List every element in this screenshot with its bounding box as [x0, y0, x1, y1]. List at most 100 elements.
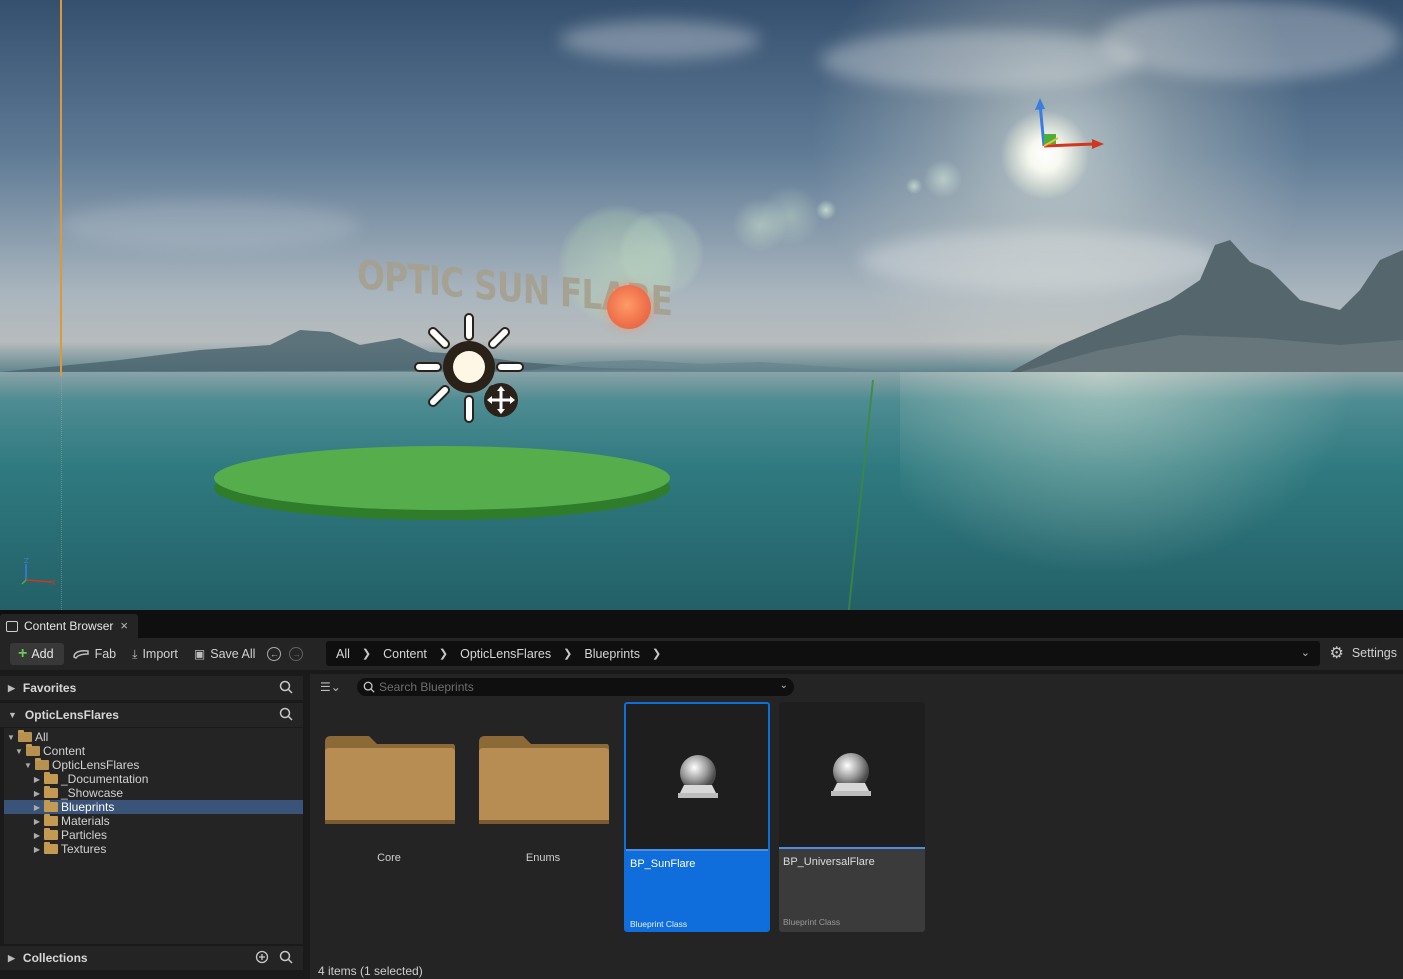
asset-name: BP_SunFlare [630, 858, 696, 870]
tree-item-label: Particles [61, 828, 108, 842]
collapse-icon[interactable]: ▶ [32, 775, 42, 784]
folder-icon [44, 814, 58, 826]
folder-icon [18, 730, 32, 742]
add-label: Add [31, 647, 54, 661]
tree-item-label: _Showcase [61, 786, 124, 800]
add-button[interactable]: + Add [10, 643, 64, 665]
tree-item-materials[interactable]: ▶ Materials [4, 814, 303, 828]
collapse-icon[interactable]: ▶ [32, 789, 42, 798]
chevron-down-icon[interactable]: ⌄ [780, 680, 788, 691]
flare-ghost [816, 200, 836, 220]
chevron-down-icon[interactable]: ▼ [8, 710, 17, 720]
level-viewport[interactable]: OPTIC SUN FLARE Z X [0, 0, 1403, 610]
tree-item-label: All [35, 730, 49, 744]
folder-icon [26, 744, 40, 756]
filter-icon[interactable]: ☰⌄ [320, 680, 341, 694]
tree-item-label: Content [43, 744, 86, 758]
search-icon[interactable] [279, 680, 293, 694]
svg-text:Z: Z [24, 557, 29, 565]
asset-tile-bp-sunflare[interactable]: BP_SunFlare Blueprint Class [624, 702, 770, 932]
forward-icon[interactable]: → [289, 647, 304, 661]
collapse-icon[interactable]: ▶ [32, 831, 42, 840]
svg-text:X: X [51, 579, 56, 587]
gear-icon: ⚙ [1329, 645, 1344, 662]
green-platform[interactable] [212, 442, 672, 524]
tree-item-content[interactable]: ▼ Content [4, 744, 303, 758]
chevron-down-icon[interactable]: ⌄ [1301, 646, 1310, 659]
asset-thumbnail [626, 704, 768, 849]
transform-gizmo[interactable] [1028, 96, 1112, 160]
tree-item-label: Blueprints [61, 800, 115, 814]
asset-class: Blueprint Class [783, 917, 841, 927]
project-header[interactable]: ▼ OpticLensFlares [0, 703, 303, 727]
folder-icon [35, 758, 49, 770]
blueprint-class-icon [831, 753, 871, 796]
close-icon[interactable]: × [120, 618, 128, 633]
favorites-label: Favorites [22, 681, 77, 695]
chevron-right-icon[interactable]: ❯ [652, 647, 661, 660]
fab-icon [72, 650, 89, 659]
chevron-right-icon[interactable]: ▶ [8, 953, 15, 964]
chevron-right-icon[interactable]: ▶ [8, 683, 15, 694]
tab-content-browser[interactable]: Content Browser × [0, 614, 138, 638]
settings-button[interactable]: ⚙ Settings [1329, 643, 1397, 663]
directional-light-icon[interactable] [413, 312, 525, 424]
tree-item-blueprints[interactable]: ▶ Blueprints [4, 800, 303, 814]
search-icon[interactable] [279, 707, 293, 721]
folder-tile[interactable]: Core [321, 702, 467, 932]
asset-name: BP_UniversalFlare [783, 856, 875, 868]
fab-label: Fab [94, 647, 117, 661]
add-collection-icon[interactable] [255, 950, 269, 964]
save-all-button[interactable]: ▣ Save All [186, 643, 264, 665]
folder-tree: ▼ All ▼ Content ▼ OpticLensFlares ▶ _Doc… [4, 728, 303, 944]
breadcrumb-item[interactable]: Content [383, 647, 427, 661]
search-icon [363, 681, 375, 693]
fab-button[interactable]: Fab [64, 643, 125, 665]
breadcrumb-item[interactable]: OpticLensFlares [460, 647, 551, 661]
back-icon[interactable]: ← [267, 647, 282, 661]
tree-item-textures[interactable]: ▶ Textures [4, 842, 303, 856]
chevron-right-icon[interactable]: ❯ [563, 647, 572, 660]
settings-label: Settings [1351, 646, 1397, 660]
asset-view: ☰⌄ Search Blueprints ⌄ Core Enums BP_Sun… [310, 674, 1403, 979]
asset-tile-bp-universalflare[interactable]: BP_UniversalFlare Blueprint Class [779, 702, 925, 932]
folder-icon [325, 736, 455, 824]
import-button[interactable]: ⤓ Import [124, 643, 186, 665]
axis-indicator-icon: Z X [21, 557, 56, 587]
flare-ghost [924, 160, 962, 198]
asset-info: BP_SunFlare Blueprint Class [626, 849, 768, 930]
folder-icon [44, 772, 58, 784]
folder-tile[interactable]: Enums [475, 702, 621, 932]
expand-icon[interactable]: ▼ [14, 747, 24, 756]
breadcrumb-item[interactable]: Blueprints [584, 647, 640, 661]
folder-icon [479, 736, 609, 824]
collapse-icon[interactable]: ▶ [32, 845, 42, 854]
chevron-right-icon[interactable]: ❯ [439, 647, 448, 660]
sea-reflection [900, 372, 1400, 610]
import-icon: ⤓ [132, 646, 138, 661]
expand-icon[interactable]: ▼ [23, 761, 33, 770]
folder-name: Core [377, 852, 401, 864]
tree-item-all[interactable]: ▼ All [4, 730, 303, 744]
breadcrumb-item[interactable]: All [336, 647, 350, 661]
search-field[interactable]: Search Blueprints ⌄ [357, 678, 794, 696]
chevron-right-icon[interactable]: ❯ [362, 647, 371, 660]
tree-item-opticlensflares[interactable]: ▼ OpticLensFlares [4, 758, 303, 772]
tree-item-documentation[interactable]: ▶ _Documentation [4, 772, 303, 786]
collapse-icon[interactable]: ▶ [32, 817, 42, 826]
mountains [0, 240, 1403, 372]
tree-item-showcase[interactable]: ▶ _Showcase [4, 786, 303, 800]
folder-icon [44, 786, 58, 798]
search-icon[interactable] [279, 950, 293, 964]
tree-item-label: OpticLensFlares [52, 758, 140, 772]
plus-icon: + [18, 645, 28, 662]
collapse-icon[interactable]: ▶ [32, 803, 42, 812]
favorites-header[interactable]: ▶ Favorites [0, 676, 303, 700]
collections-header[interactable]: ▶ Collections [0, 946, 303, 970]
flare-ghost [760, 186, 820, 246]
tree-item-label: Materials [61, 814, 110, 828]
expand-icon[interactable]: ▼ [6, 733, 16, 742]
tree-item-particles[interactable]: ▶ Particles [4, 828, 303, 842]
content-browser-icon [6, 620, 18, 632]
asset-info: BP_UniversalFlare Blueprint Class [779, 847, 925, 932]
